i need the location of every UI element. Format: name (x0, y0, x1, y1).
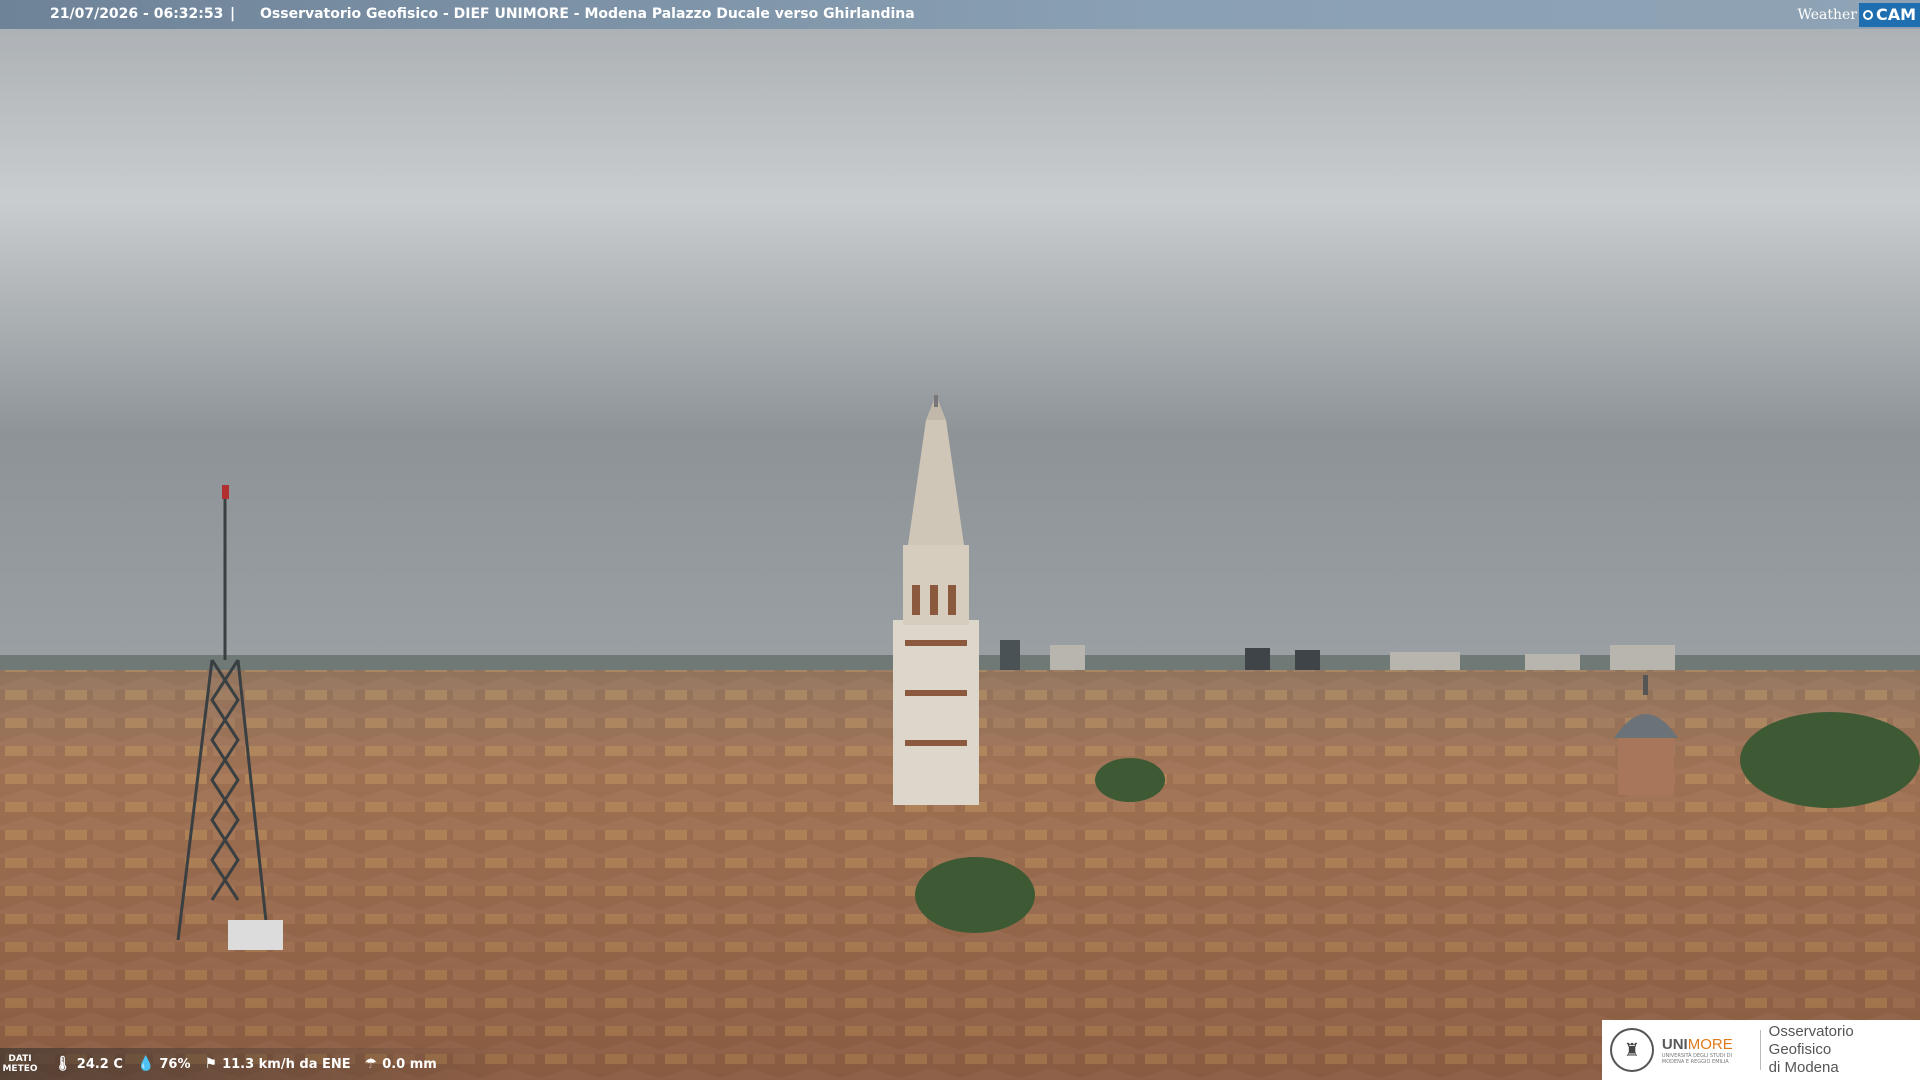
header-separator: | (230, 6, 236, 22)
unimore-name: UNIMORE (1662, 1036, 1752, 1053)
humidity-icon: 💧 (136, 1056, 155, 1072)
unimore-prefix: UNI (1661, 1035, 1688, 1053)
logo-divider (1759, 1030, 1761, 1070)
unimore-suffix: MORE (1687, 1035, 1733, 1053)
observatory-name: Osservatorio Geofisico di Modena (1769, 1023, 1920, 1077)
webcam-scene (0, 0, 1920, 1080)
meteo-temperature: 🌡 24.2 C (54, 1056, 123, 1072)
timestamp: 21/07/2026 - 06:32:53 (50, 6, 224, 22)
temperature-value: 24.2 C (76, 1056, 123, 1072)
camera-lens-icon (1862, 9, 1873, 20)
logo-weather-text: Weather (1797, 6, 1857, 23)
camera-header: 21/07/2026 - 06:32:53 | Osservatorio Geo… (0, 0, 1920, 29)
logo-cam-text: CAM (1875, 4, 1916, 24)
unimore-block: UNIMORE UNIVERSITÀ DEGLI STUDI DI MODENA… (1662, 1036, 1752, 1065)
meteo-label-line2: METEO (2, 1064, 38, 1074)
weathercam-logo: Weather CAM (1797, 0, 1920, 29)
thermometer-icon: 🌡 (54, 1056, 72, 1072)
observatory-line2: di Modena (1768, 1059, 1839, 1076)
meteo-bar: DATI METEO 🌡 24.2 C 💧 76% ⚑ 11.3 km/h da… (0, 1048, 520, 1080)
camera-title: Osservatorio Geofisico - DIEF UNIMORE - … (260, 6, 915, 22)
wind-value: 11.3 km/h da ENE (222, 1056, 351, 1072)
rain-value: 0.0 mm (382, 1056, 437, 1072)
unimore-sub2: MODENA E REGGIO EMILIA (1661, 1058, 1729, 1065)
logo-cam-box: CAM (1858, 2, 1920, 27)
institution-logo: ♜ UNIMORE UNIVERSITÀ DEGLI STUDI DI MODE… (1602, 1020, 1920, 1080)
humidity-value: 76% (159, 1056, 191, 1072)
university-seal-icon: ♜ (1610, 1028, 1654, 1072)
observatory-line1: Osservatorio Geofisico (1768, 1023, 1854, 1058)
meteo-label: DATI METEO (0, 1054, 40, 1074)
meteo-rain: ☂ 0.0 mm (365, 1056, 437, 1072)
meteo-humidity: 💧 76% (137, 1056, 191, 1072)
meteo-label-line1: DATI (8, 1054, 32, 1064)
wind-icon: ⚑ (204, 1056, 218, 1072)
meteo-wind: ⚑ 11.3 km/h da ENE (205, 1056, 351, 1072)
antenna-cabinet (228, 920, 283, 950)
rain-icon: ☂ (364, 1056, 378, 1072)
